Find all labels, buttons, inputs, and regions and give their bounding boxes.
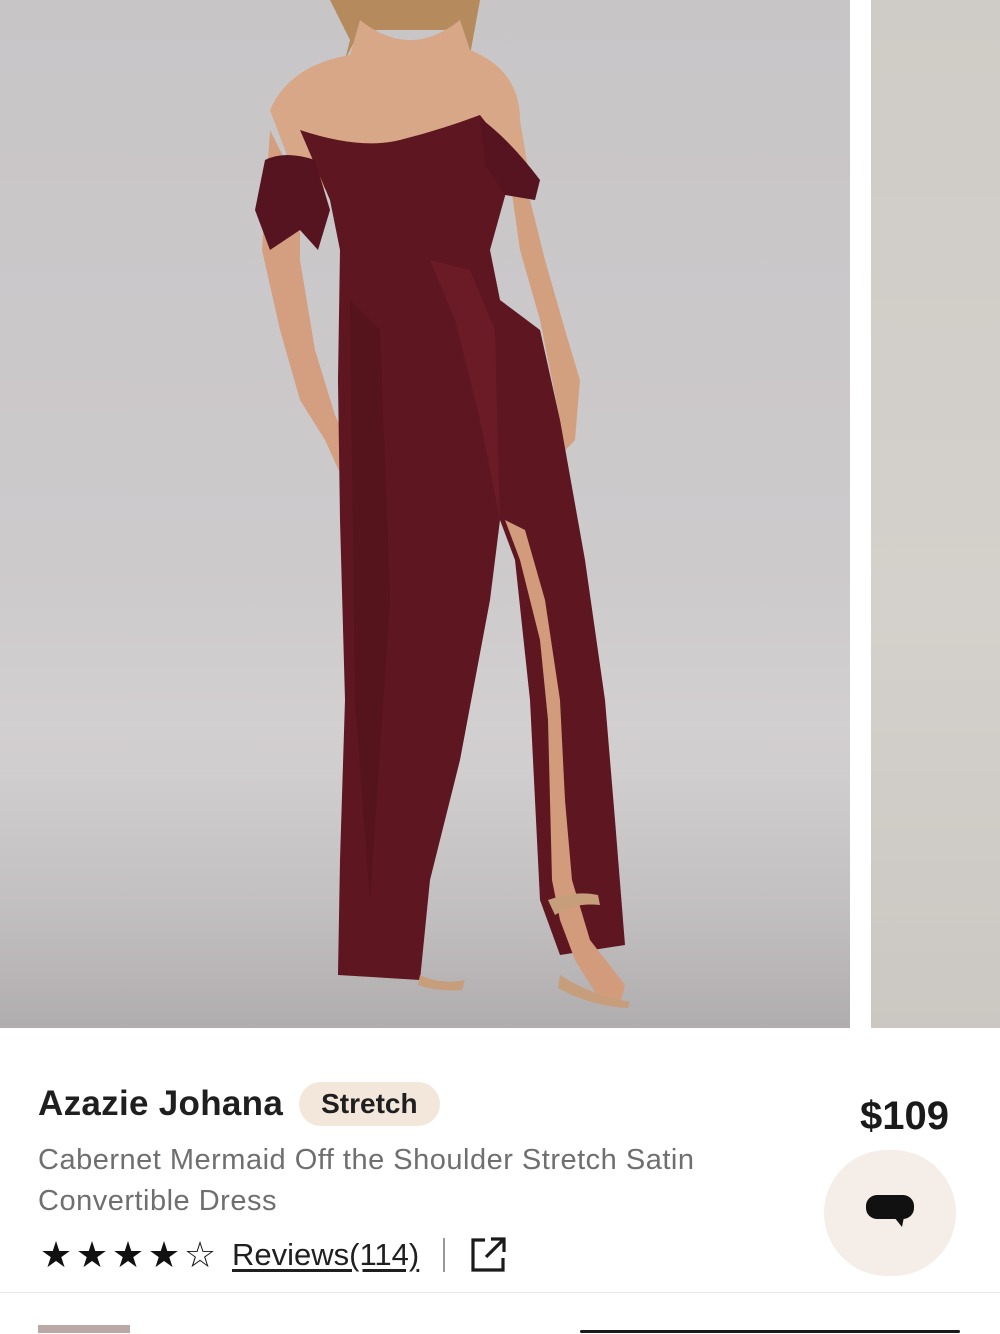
bottom-bar xyxy=(0,1292,1000,1334)
rating-row: ★ ★ ★ ★ ☆ Reviews(114) xyxy=(38,1233,507,1277)
product-description: Cabernet Mermaid Off the Shoulder Stretc… xyxy=(38,1144,695,1217)
product-price: $109 xyxy=(860,1094,949,1138)
stretch-badge: Stretch xyxy=(299,1082,440,1126)
reviews-link[interactable]: Reviews(114) xyxy=(232,1237,419,1273)
divider xyxy=(443,1238,446,1272)
product-title: Azazie Johana xyxy=(38,1084,284,1123)
product-image-gallery[interactable] xyxy=(0,0,1000,1028)
star-filled-icon: ★ xyxy=(147,1234,181,1275)
title-row: Azazie Johana Stretch xyxy=(38,1082,440,1126)
chat-button[interactable] xyxy=(824,1150,956,1276)
star-filled-icon: ★ xyxy=(111,1234,145,1275)
star-filled-icon: ★ xyxy=(75,1234,109,1275)
product-photo-next-peek[interactable] xyxy=(871,0,1000,1028)
star-empty-icon: ☆ xyxy=(183,1234,217,1275)
star-rating: ★ ★ ★ ★ ☆ xyxy=(38,1235,218,1275)
product-photo-main[interactable] xyxy=(0,0,850,1028)
chat-bubble-icon xyxy=(866,1195,914,1227)
external-link-icon[interactable] xyxy=(469,1236,507,1274)
thumbnail-peek[interactable] xyxy=(38,1325,130,1333)
model-in-dress-illustration xyxy=(255,0,630,1008)
star-filled-icon: ★ xyxy=(39,1234,73,1275)
